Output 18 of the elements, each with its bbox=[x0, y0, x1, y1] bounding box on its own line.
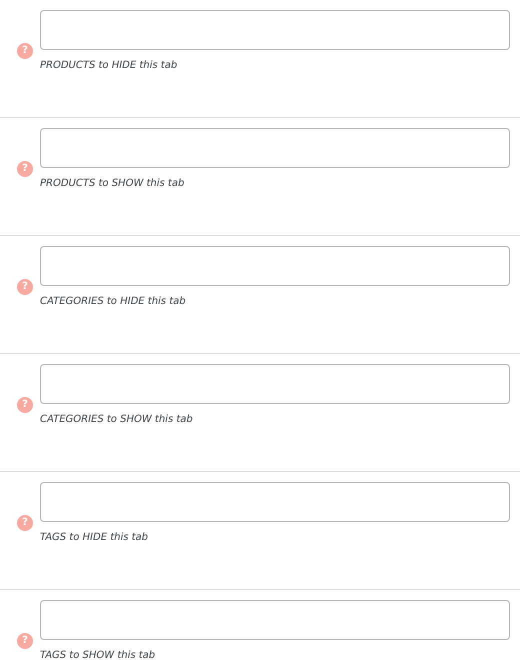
input-field[interactable] bbox=[40, 482, 510, 522]
field-description: CATEGORIES to SHOW this tab bbox=[40, 413, 194, 427]
help-icon[interactable]: ? bbox=[17, 633, 33, 649]
help-icon[interactable]: ? bbox=[17, 161, 33, 177]
input-field[interactable] bbox=[40, 600, 510, 640]
help-icon[interactable]: ? bbox=[17, 397, 33, 413]
field-description: PRODUCTS to HIDE this tab bbox=[40, 59, 178, 73]
input-field[interactable] bbox=[40, 246, 510, 286]
input-field[interactable] bbox=[40, 364, 510, 404]
field-description: PRODUCTS to SHOW this tab bbox=[40, 177, 186, 191]
field-description: TAGS to SHOW this tab bbox=[40, 649, 156, 663]
help-icon[interactable]: ? bbox=[17, 43, 33, 59]
help-icon[interactable]: ? bbox=[17, 279, 33, 295]
input-field[interactable] bbox=[40, 128, 510, 168]
field-description: CATEGORIES to HIDE this tab bbox=[40, 295, 187, 309]
help-icon[interactable]: ? bbox=[17, 515, 33, 531]
input-field[interactable] bbox=[40, 10, 510, 50]
field-description: TAGS to HIDE this tab bbox=[40, 531, 150, 545]
